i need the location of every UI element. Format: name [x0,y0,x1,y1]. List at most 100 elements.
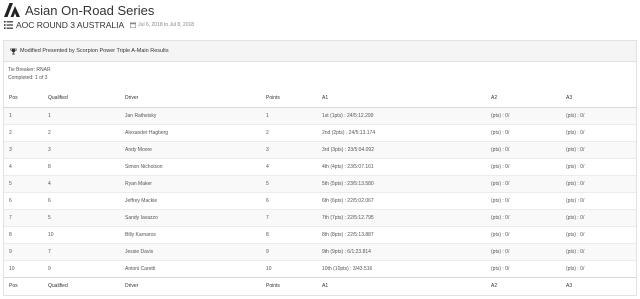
cell-driver[interactable]: Simon Nicholson [120,158,261,175]
cell-points: 5 [266,180,269,187]
cell-pos: 3 [9,146,12,153]
table-row[interactable]: 10 9 Antoni Caretti 10 10th (10pts) : 3/43.5… [4,260,636,277]
cell-qualified: 2 [48,129,51,136]
cell-driver[interactable]: Alexander Hagberg [120,124,261,141]
app-title: Asian On-Road Series [25,2,155,18]
cell-points: 10 [266,265,272,272]
panel-title: Modified Presented by Scorpion Power Tri… [20,48,169,54]
cell-a1: 10th (10pts) : 3/43.516 [322,265,373,272]
cell-points: 1 [266,112,269,119]
foot-col-qualified: Qualified [48,282,68,289]
cell-qualified: 1 [48,112,51,119]
cell-pos: 6 [9,197,12,204]
cell-driver[interactable]: Antoni Caretti [120,260,261,277]
tie-breaker: Tie Breaker: RNAR [8,67,51,73]
cell-qualified: 4 [48,180,51,187]
cell-a2: (pts) : 0/ [491,146,510,153]
cell-a3: (pts) : 0/ [566,163,585,170]
cell-qualified: 7 [48,248,51,255]
cell-qualified: 9 [48,265,51,272]
cell-a3: (pts) : 0/ [566,231,585,238]
cell-pos: 2 [9,129,12,136]
completed-count: Completed: 1 of 3 [8,75,48,81]
cell-driver[interactable]: Andy Moore [120,141,261,158]
cell-a3: (pts) : 0/ [566,180,585,187]
cell-qualified: 3 [48,146,51,153]
trophy-icon [10,47,17,54]
cell-a1: 1st (1pts) : 24/5:12.299 [322,112,374,119]
table-row[interactable]: 6 6 Jeffrey Mackie 6 6th (6pts) : 22/5:02.06… [4,192,636,209]
page-header: Asian On-Road Series AOC ROUND 3 AUSTRAL… [4,2,636,31]
col-pos[interactable]: Pos [4,90,43,107]
table-row[interactable]: 4 8 Simon Nicholson 4 4th (4pts) : 23/5:07.1… [4,158,636,175]
cell-a1: 8th (8pts) : 22/5:13.887 [322,231,374,238]
cell-qualified: 5 [48,214,51,221]
results-body: 1 1 Jan Ratheisky 1 1st (1pts) : 24/5:12.299… [4,107,636,277]
table-row[interactable]: 2 2 Alexander Hagberg 2 2nd (2pts) : 24/5:13… [4,124,636,141]
cell-points: 9 [266,248,269,255]
cell-a2: (pts) : 0/ [491,180,510,187]
col-driver[interactable]: Driver [120,90,261,107]
cell-a2: (pts) : 0/ [491,214,510,221]
title-row: Asian On-Road Series [4,2,636,18]
cell-a1: 9th (9pts) : 6/1:23.814 [322,248,371,255]
table-footer-row: Pos Qualified Driver Points A1 A2 A3 [4,277,636,294]
cell-driver[interactable]: Sandy Iavazzo [120,209,261,226]
cell-a1: 5th (5pts) : 23/5:13.580 [322,180,374,187]
cell-a2: (pts) : 0/ [491,112,510,119]
cell-pos: 1 [9,112,12,119]
cell-a2: (pts) : 0/ [491,248,510,255]
cell-driver[interactable]: Jan Ratheisky [120,107,261,124]
cell-a3: (pts) : 0/ [566,214,585,221]
cell-qualified: 10 [48,231,54,238]
col-a2[interactable]: A2 [486,90,561,107]
cell-a1: 7th (7pts) : 22/5:12.795 [322,214,374,221]
col-a1[interactable]: A1 [317,90,486,107]
cell-a3: (pts) : 0/ [566,248,585,255]
results-meta: Tie Breaker: RNAR Completed: 1 of 3 [4,62,636,90]
col-a3[interactable]: A3 [561,90,636,107]
panel-heading: Modified Presented by Scorpion Power Tri… [4,41,636,62]
cell-a2: (pts) : 0/ [491,129,510,136]
table-row[interactable]: 5 4 Ryan Maker 5 5th (5pts) : 23/5:13.580 (pt… [4,175,636,192]
foot-col-a1: A1 [322,282,329,289]
series-logo-icon[interactable] [4,3,20,17]
cell-points: 3 [266,146,269,153]
event-title: AOC ROUND 3 AUSTRALIA [16,20,125,30]
list-icon [4,21,13,29]
cell-a2: (pts) : 0/ [491,265,510,272]
cell-qualified: 8 [48,163,51,170]
cell-a1: 6th (6pts) : 22/5:02.067 [322,197,374,204]
cell-pos: 10 [9,265,15,272]
results-table: Pos Qualified Driver Points A1 A2 A3 11J… [4,90,636,294]
cell-points: 6 [266,197,269,204]
cell-points: 2 [266,129,269,136]
foot-col-points: Points [266,282,280,289]
cell-pos: 8 [9,231,12,238]
cell-a3: (pts) : 0/ [566,197,585,204]
cell-qualified: 6 [48,197,51,204]
cell-a3: (pts) : 0/ [566,129,585,136]
table-row[interactable]: 8 10 Billy Karnaros 8 8th (8pts) : 22/5:13.8… [4,226,636,243]
cell-points: 8 [266,231,269,238]
calendar-icon [130,22,137,28]
table-row[interactable]: 7 5 Sandy Iavazzo 7 7th (7pts) : 22/5:12.795… [4,209,636,226]
col-qualified[interactable]: Qualified [43,90,120,107]
event-dates: Jul 6, 2018 to Jul 8, 2018 [138,22,195,28]
foot-col-a2: A2 [491,282,498,289]
table-row[interactable]: 1 1 Jan Ratheisky 1 1st (1pts) : 24/5:12.299… [4,107,636,124]
cell-driver[interactable]: Ryan Maker [120,175,261,192]
cell-driver[interactable]: Jessie Davis [120,243,261,260]
col-points[interactable]: Points [261,90,317,107]
cell-a3: (pts) : 0/ [566,146,585,153]
table-row[interactable]: 3 3 Andy Moore 3 3rd (3pts) : 23/5:04.092 (pt… [4,141,636,158]
table-row[interactable]: 9 7 Jessie Davis 9 9th (9pts) : 6/1:23.814 (p… [4,243,636,260]
foot-col-a3: A3 [566,282,573,289]
cell-a1: 2nd (2pts) : 24/5:13.174 [322,129,376,136]
cell-pos: 9 [9,248,12,255]
cell-driver[interactable]: Billy Karnaros [120,226,261,243]
cell-pos: 7 [9,214,12,221]
cell-a2: (pts) : 0/ [491,197,510,204]
event-row: AOC ROUND 3 AUSTRALIA Jul 6, 2018 to Jul… [4,19,636,31]
cell-driver[interactable]: Jeffrey Mackie [120,192,261,209]
